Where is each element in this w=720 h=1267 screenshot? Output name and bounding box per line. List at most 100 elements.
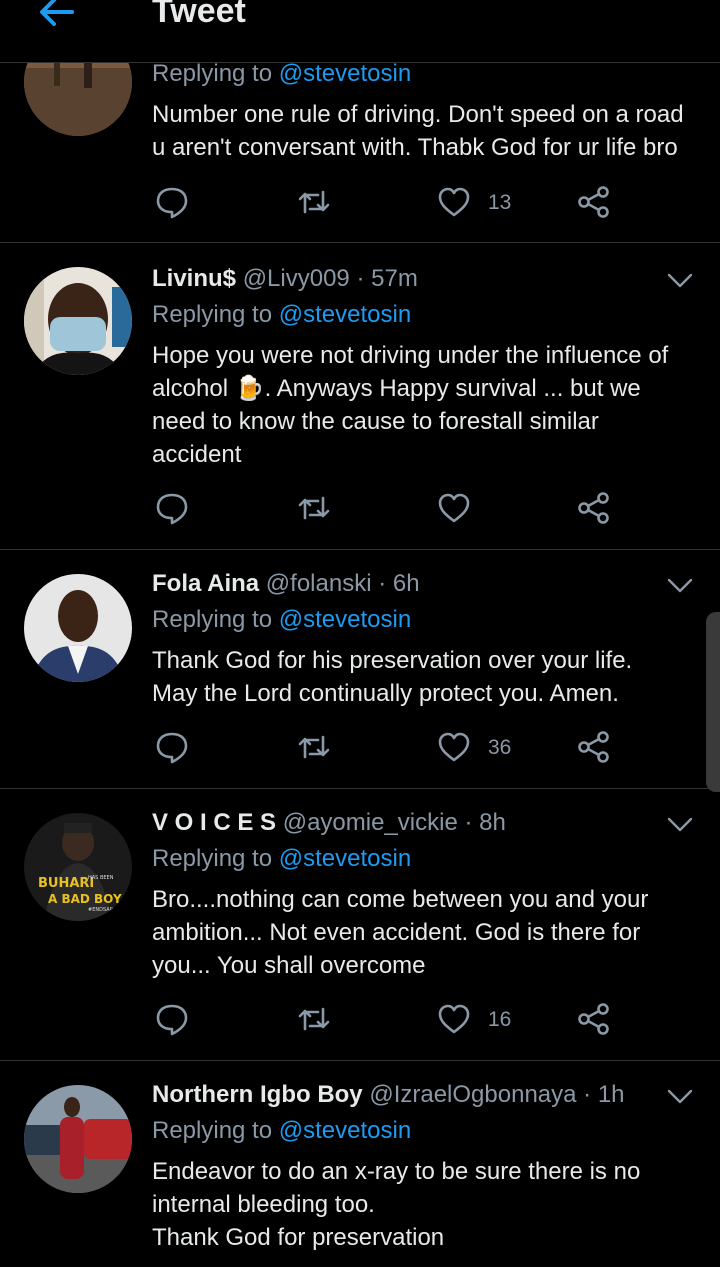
retweet-icon	[298, 1007, 330, 1031]
avatar[interactable]	[24, 574, 132, 682]
action-bar: 13	[152, 184, 632, 224]
display-name[interactable]: Northern Igbo Boy	[152, 1081, 363, 1108]
avatar-text: HAS BEEN	[88, 875, 114, 881]
tweet-meta: Fola Aina @folanski · 6h	[152, 570, 420, 598]
tweet-meta: V O I C E S @ayomie_vickie · 8h	[152, 809, 506, 837]
user-handle[interactable]: @Livy009	[243, 265, 350, 292]
retweet-icon	[298, 190, 330, 214]
reply-button[interactable]	[154, 1001, 190, 1041]
share-button[interactable]	[576, 729, 612, 769]
tweet-text-line: Hope you were not driving under the infl…	[152, 342, 669, 369]
meta-separator: ·	[583, 1081, 592, 1108]
replying-prefix: Replying to	[152, 845, 273, 872]
share-button[interactable]	[576, 184, 612, 224]
heart-icon	[438, 1004, 470, 1034]
tweet-text-line: ambition... Not even accident. God is th…	[152, 919, 641, 946]
tweet-meta: Livinu$ @Livy009 · 57m	[152, 265, 418, 293]
tweet-text-line: alcohol 🍺. Anyways Happy survival ... bu…	[152, 375, 641, 402]
avatar-text: BUHARI	[38, 876, 94, 891]
tweet-reply[interactable]: Fola Aina @folanski · 6h Replying to @st…	[0, 550, 720, 789]
comment-icon	[156, 493, 188, 525]
replying-to: Replying to @stevetosin	[152, 301, 411, 329]
comment-icon	[156, 1004, 188, 1036]
reply-button[interactable]	[154, 490, 190, 530]
heart-icon	[438, 493, 470, 523]
action-bar: 36	[152, 729, 632, 769]
tweet-text: Bro....nothing can come between you and …	[152, 883, 708, 982]
replying-prefix: Replying to	[152, 1117, 273, 1144]
replying-prefix: Replying to	[152, 606, 273, 633]
share-button[interactable]	[576, 1001, 612, 1041]
tweet-text-line: Thank God for his preservation over your…	[152, 647, 633, 674]
like-button[interactable]	[436, 184, 472, 224]
avatar-photo	[24, 267, 132, 375]
mention-link[interactable]: @stevetosin	[279, 606, 411, 633]
like-button[interactable]	[436, 490, 472, 530]
tweet-text: Number one rule of driving. Don't speed …	[152, 98, 708, 164]
chevron-down-icon	[667, 817, 693, 832]
user-handle[interactable]: @IzraelOgbonnaya	[369, 1081, 576, 1108]
meta-separator: ·	[464, 809, 473, 836]
tweet-reply[interactable]: Livinu$ @Livy009 · 57m Replying to @stev…	[0, 243, 720, 550]
scrollbar[interactable]	[706, 612, 720, 792]
mention-link[interactable]: @stevetosin	[279, 1117, 411, 1144]
replying-prefix: Replying to	[152, 60, 273, 87]
user-handle[interactable]: @ayomie_vickie	[283, 809, 458, 836]
display-name[interactable]: Fola Aina	[152, 570, 259, 597]
meta-separator: ·	[378, 570, 387, 597]
timestamp: 57m	[371, 265, 418, 292]
heart-icon	[438, 187, 470, 217]
tweet-text: Endeavor to do an x-ray to be sure there…	[152, 1155, 708, 1254]
retweet-icon	[298, 496, 330, 520]
tweet-text-line: Bro....nothing can come between you and …	[152, 886, 649, 913]
comment-icon	[156, 732, 188, 764]
tweet-text-line: internal bleeding too.	[152, 1191, 375, 1218]
avatar-photo: BUHARI HAS BEEN A BAD BOY #ENDSARS	[24, 813, 132, 921]
avatar-photo	[24, 1085, 132, 1193]
retweet-button[interactable]	[296, 1001, 332, 1041]
avatar[interactable]: BUHARI HAS BEEN A BAD BOY #ENDSARS	[24, 813, 132, 921]
timestamp: 1h	[597, 1081, 625, 1108]
top-bar: Tweet	[0, 0, 720, 63]
replying-to: Replying to @stevetosin	[152, 1117, 411, 1145]
retweet-button[interactable]	[296, 729, 332, 769]
reply-button[interactable]	[154, 184, 190, 224]
tweet-text-line: Endeavor to do an x-ray to be sure there…	[152, 1158, 641, 1185]
tweet-text-line: Thank God for preservation	[152, 1224, 445, 1251]
display-name[interactable]: Livinu$	[152, 265, 236, 292]
more-options-button[interactable]	[666, 815, 694, 835]
tweet-text: Hope you were not driving under the infl…	[152, 339, 708, 471]
more-options-button[interactable]	[666, 1087, 694, 1107]
retweet-button[interactable]	[296, 490, 332, 530]
reply-button[interactable]	[154, 729, 190, 769]
more-options-button[interactable]	[666, 271, 694, 291]
tweet-reply[interactable]: Northern Igbo Boy @IzraelOgbonnaya · 1h …	[0, 1061, 720, 1267]
avatar[interactable]	[24, 267, 132, 375]
action-bar: 16	[152, 1001, 632, 1041]
page-title: Tweet	[152, 0, 246, 30]
retweet-icon	[298, 735, 330, 759]
tweet-reply[interactable]: BUHARI HAS BEEN A BAD BOY #ENDSARS V O I…	[0, 789, 720, 1061]
mention-link[interactable]: @stevetosin	[279, 60, 411, 87]
tweet-text: Thank God for his preservation over your…	[152, 644, 708, 710]
timestamp: 8h	[479, 809, 506, 836]
like-button[interactable]	[436, 1001, 472, 1041]
like-button[interactable]	[436, 729, 472, 769]
like-count: 16	[488, 1008, 512, 1031]
back-button[interactable]	[34, 0, 78, 34]
mention-link[interactable]: @stevetosin	[279, 301, 411, 328]
tweet-text-line: accident	[152, 441, 242, 468]
user-handle[interactable]: @folanski	[266, 570, 372, 597]
avatar[interactable]	[24, 1085, 132, 1193]
chevron-down-icon	[667, 578, 693, 593]
comment-icon	[156, 187, 188, 219]
tweet-text-line: you... You shall overcome	[152, 952, 426, 979]
retweet-button[interactable]	[296, 184, 332, 224]
tweet-meta: Northern Igbo Boy @IzraelOgbonnaya · 1h	[152, 1081, 625, 1109]
mention-link[interactable]: @stevetosin	[279, 845, 411, 872]
replying-prefix: Replying to	[152, 301, 273, 328]
share-button[interactable]	[576, 490, 612, 530]
display-name[interactable]: V O I C E S	[152, 809, 276, 836]
replying-to: Replying to @stevetosin	[152, 60, 411, 88]
more-options-button[interactable]	[666, 576, 694, 596]
